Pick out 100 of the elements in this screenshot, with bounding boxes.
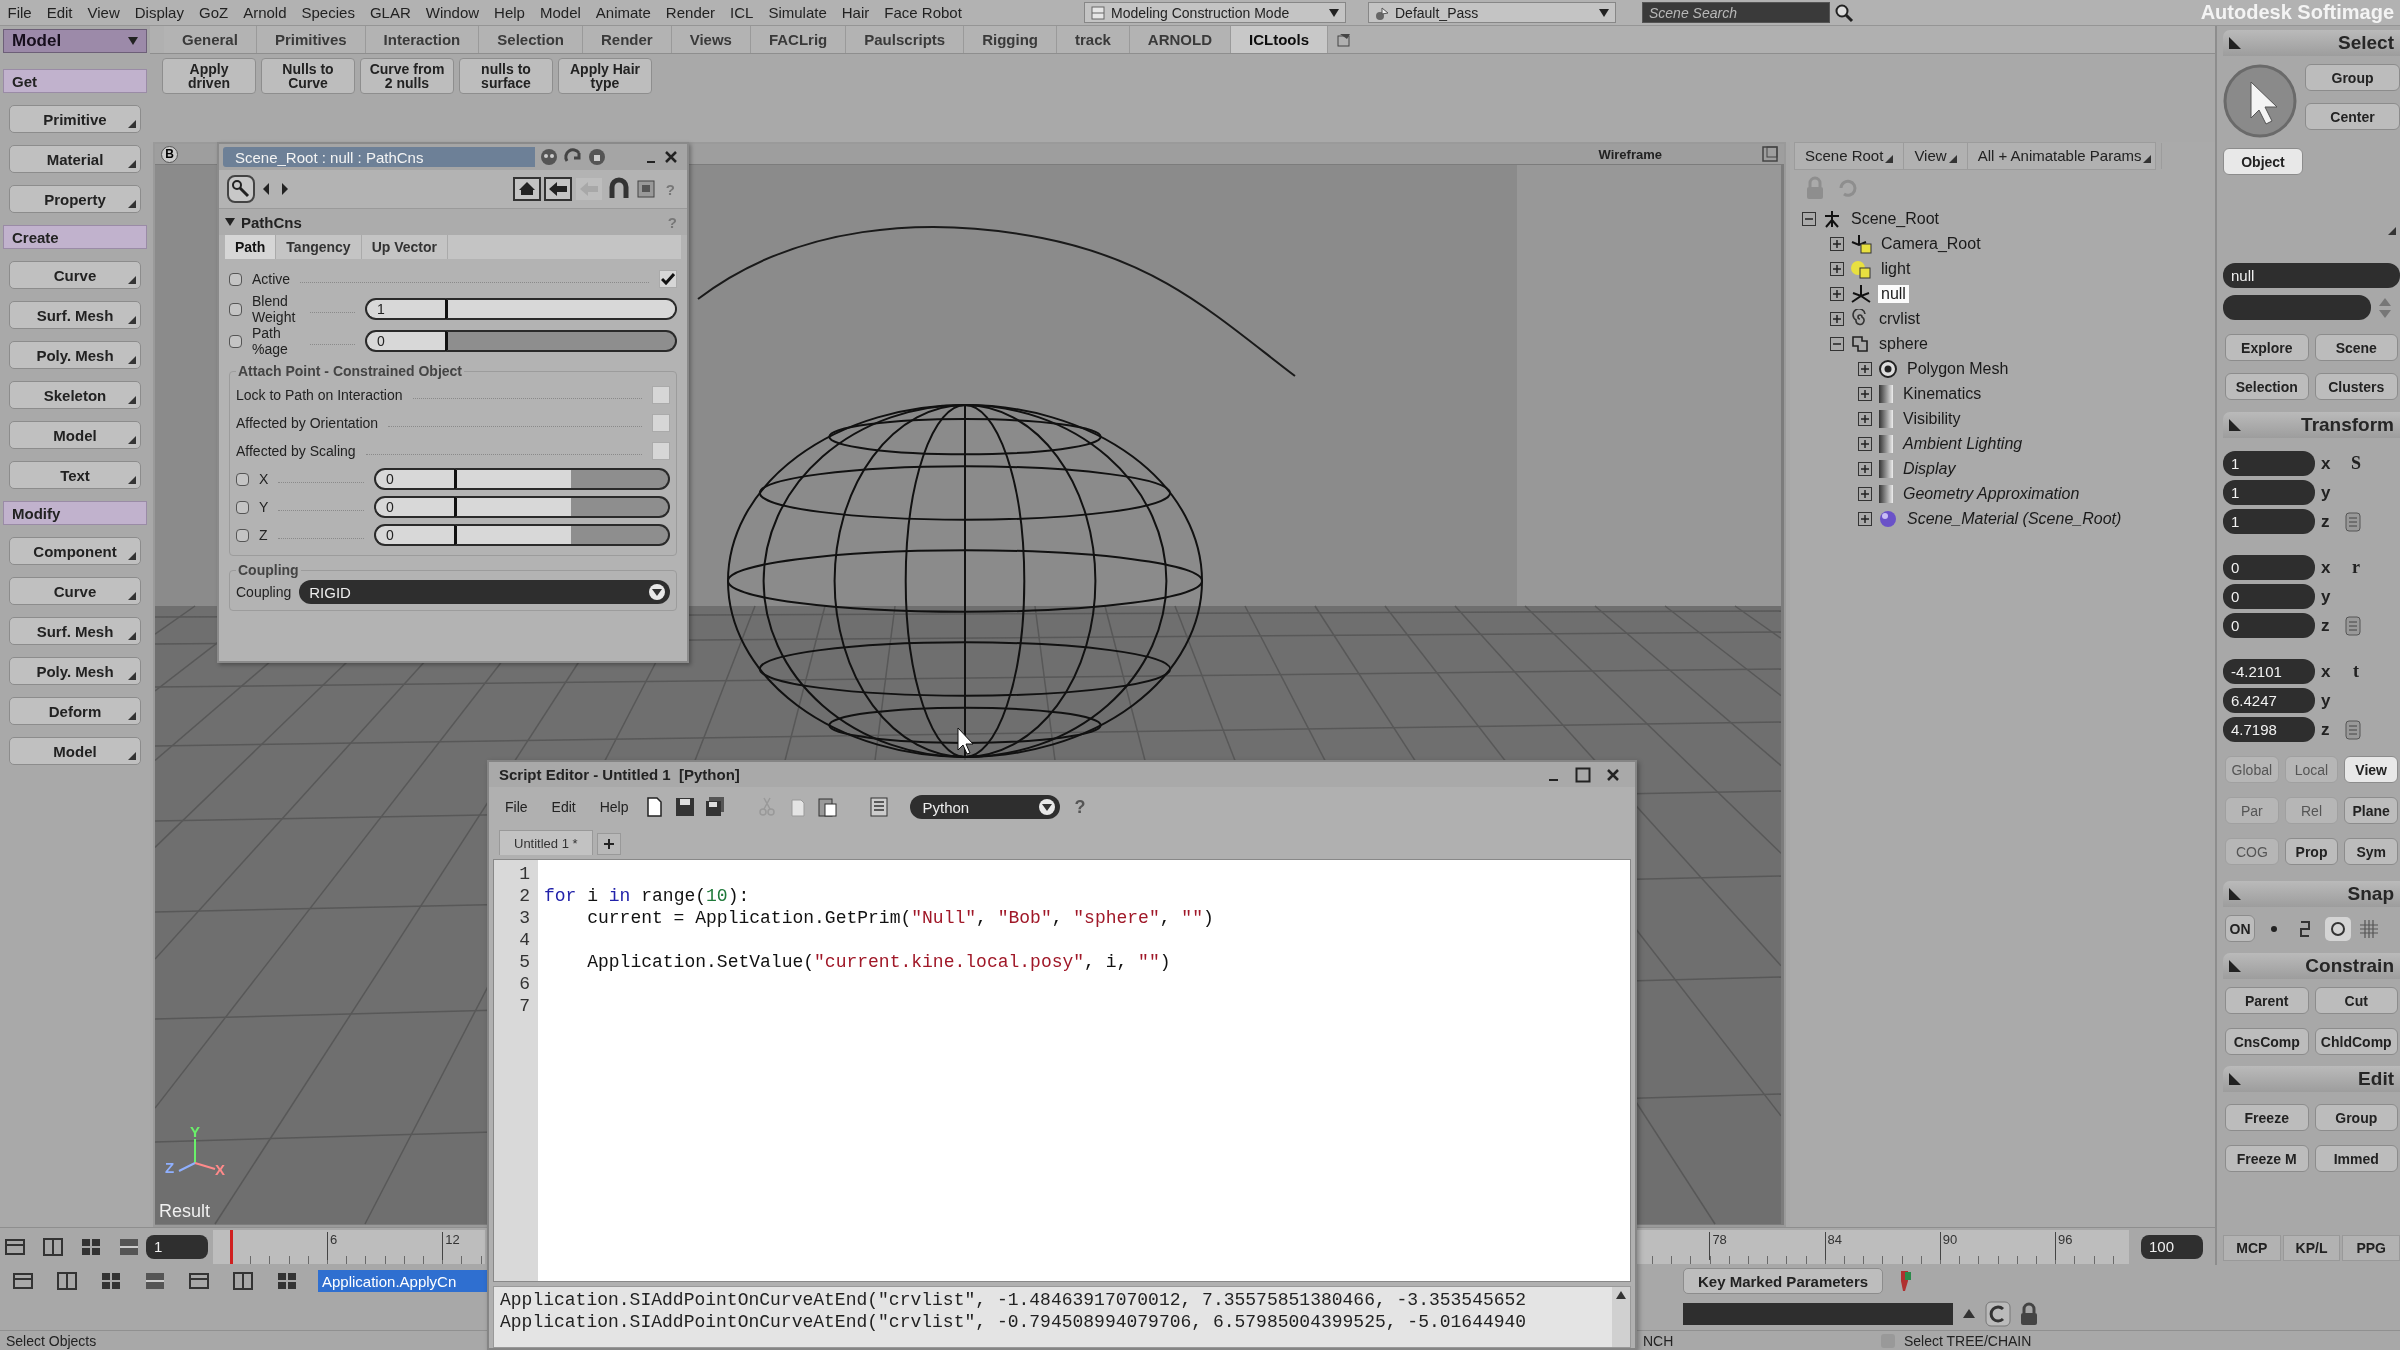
menu-item[interactable]: ICL [722, 4, 761, 21]
explorer-button[interactable]: Scene [2314, 334, 2398, 361]
file-tab[interactable]: Untitled 1 * [499, 830, 593, 855]
reference-button[interactable]: Sym [2344, 838, 2398, 865]
caret-icon[interactable] [1599, 8, 1609, 17]
panel-button[interactable]: Surf. Mesh [9, 301, 141, 329]
collapse-icon[interactable] [1830, 336, 1844, 351]
transform-button[interactable]: S [2345, 453, 2367, 474]
paste-icon[interactable] [816, 796, 839, 818]
pass-dropdown[interactable]: Default_Pass [1368, 2, 1616, 23]
panel-button[interactable]: Surf. Mesh [9, 617, 141, 645]
shelf-menu-icon[interactable] [1336, 31, 1352, 48]
menu-item[interactable]: Arnold [235, 4, 294, 21]
constrain-button[interactable]: ChldComp [2314, 1028, 2398, 1055]
checkbox[interactable] [652, 414, 670, 432]
command-input[interactable] [1683, 1302, 1953, 1325]
transform-field[interactable]: 4.7198 [2223, 717, 2315, 742]
collapse-arrow-icon[interactable] [2229, 1073, 2241, 1085]
transform-button[interactable]: t [2345, 661, 2367, 682]
slider-value[interactable]: 0 [374, 496, 454, 518]
edit-button[interactable]: Freeze M [2225, 1145, 2309, 1172]
expand-icon[interactable] [1830, 236, 1844, 251]
panel-button[interactable]: Poly. Mesh [9, 341, 141, 369]
expand-icon[interactable] [1858, 486, 1872, 501]
tree-item[interactable]: Camera_Root [1878, 234, 1984, 253]
search-icon[interactable] [1834, 2, 1854, 23]
panel-tab[interactable]: PPG [2342, 1235, 2400, 1261]
current-frame-field[interactable]: 1 [146, 1234, 208, 1259]
timeline-ruler[interactable]: 78 84 90 96 [1635, 1229, 2129, 1264]
load-icon[interactable] [512, 177, 541, 201]
reference-button[interactable]: View [2344, 756, 2398, 783]
shelf-button[interactable]: Apply Hair type [558, 58, 652, 94]
tree-item[interactable]: Visibility [1900, 409, 1964, 428]
tree-item[interactable]: Scene_Root [1848, 209, 1943, 228]
explorer-button[interactable]: Selection [2225, 373, 2309, 400]
constrain-button[interactable]: Cut [2314, 987, 2398, 1014]
tree-item[interactable]: light [1878, 259, 1914, 278]
text-field[interactable] [2223, 295, 2371, 320]
list-icon[interactable] [2345, 511, 2361, 532]
animation-checkbox[interactable] [236, 528, 249, 542]
menu-item[interactable]: Simulate [760, 4, 835, 21]
layout-icon[interactable] [12, 1270, 34, 1292]
edit-button[interactable]: Immed [2314, 1145, 2398, 1172]
explorer-tab[interactable]: View [1904, 143, 1968, 169]
caret-icon[interactable] [128, 37, 138, 45]
panel-button[interactable]: Property [9, 185, 141, 213]
panel-button[interactable]: Model [9, 737, 141, 765]
slider[interactable] [454, 468, 670, 490]
menu-item[interactable]: GLAR [362, 4, 419, 21]
menu-item[interactable]: Model [532, 4, 589, 21]
panel-button[interactable]: Curve [9, 577, 141, 605]
tab[interactable]: Tangency [276, 235, 362, 259]
menu-item[interactable]: Help [486, 4, 533, 21]
maximize-icon[interactable] [1762, 146, 1778, 162]
caret-icon[interactable] [1038, 798, 1057, 816]
tree-item[interactable]: Kinematics [1900, 384, 1985, 403]
explorer-button[interactable]: Clusters [2314, 373, 2398, 400]
tree-item[interactable]: Display [1900, 459, 1959, 478]
panel-button[interactable]: Curve [9, 261, 141, 289]
snap-toggle[interactable]: ON [2225, 915, 2255, 942]
panel-button[interactable]: Deform [9, 697, 141, 725]
collapse-arrow-icon[interactable] [2229, 419, 2241, 431]
apply-icon[interactable] [543, 177, 572, 201]
panel-button[interactable]: Material [9, 145, 141, 173]
menu-item[interactable]: File [0, 4, 40, 21]
panel-tab[interactable]: KP/L [2282, 1235, 2341, 1261]
menu-item[interactable]: Window [418, 4, 487, 21]
maximize-icon[interactable] [1575, 766, 1591, 783]
constrain-button[interactable]: CnsComp [2225, 1028, 2309, 1055]
constrain-button[interactable]: Parent [2225, 987, 2309, 1014]
animation-checkbox[interactable] [236, 500, 249, 514]
collapse-icon[interactable] [1802, 211, 1816, 226]
transform-field[interactable]: -4.2101 [2223, 659, 2315, 684]
scroll-up-icon[interactable] [1616, 1291, 1626, 1299]
name-field[interactable]: null [2223, 263, 2400, 288]
filter-button[interactable]: Object [2223, 148, 2303, 175]
panel-button[interactable]: Component [9, 537, 141, 565]
transform-field[interactable]: 1 [2223, 480, 2315, 505]
expand-icon[interactable] [1858, 386, 1872, 401]
expand-icon[interactable] [1830, 261, 1844, 276]
window-icon[interactable] [276, 1270, 298, 1292]
tree-item[interactable]: null [1878, 284, 1909, 303]
panel-button[interactable]: Text [9, 461, 141, 489]
add-tab-button[interactable] [596, 833, 621, 855]
panel-button[interactable]: Model [9, 421, 141, 449]
slider[interactable] [445, 330, 677, 352]
menu-item[interactable]: Render [658, 4, 723, 21]
collapse-arrow-icon[interactable] [2229, 888, 2241, 900]
tab[interactable]: Up Vector [361, 235, 448, 259]
panel-button[interactable]: Skeleton [9, 381, 141, 409]
collapse-arrow-icon[interactable] [2229, 37, 2241, 49]
slider-fill[interactable] [457, 470, 571, 488]
expand-icon[interactable] [1858, 511, 1872, 526]
slider-value[interactable]: 0 [374, 524, 454, 546]
expand-icon[interactable] [1830, 286, 1844, 301]
checkbox[interactable] [659, 270, 677, 288]
expand-icon[interactable] [1858, 411, 1872, 426]
shelf-button[interactable]: Apply driven [162, 58, 256, 94]
slider-fill[interactable] [457, 498, 571, 516]
tab[interactable]: Path [225, 235, 277, 259]
